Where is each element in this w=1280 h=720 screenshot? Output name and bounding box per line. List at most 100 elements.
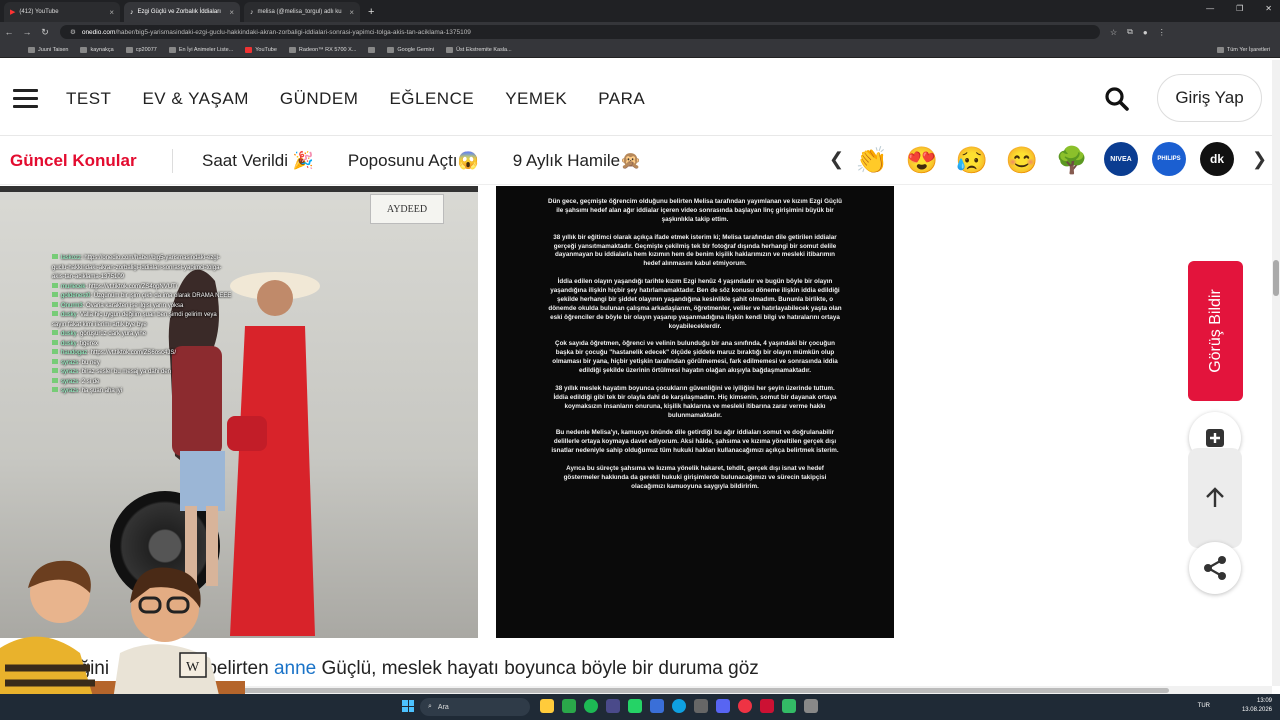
scroll-top-button[interactable]: [1188, 448, 1242, 548]
chrome-icon[interactable]: [738, 699, 752, 713]
reload-icon[interactable]: ↻: [36, 27, 54, 38]
app-icon[interactable]: [606, 699, 620, 713]
all-bookmarks[interactable]: Tüm Yer İşaretleri: [1216, 47, 1270, 53]
nav-item-eglence[interactable]: EĞLENCE: [389, 89, 474, 109]
user-badge-icon: [52, 330, 58, 335]
profile-avatar[interactable]: ●: [1143, 28, 1148, 37]
vertical-scrollbar[interactable]: [1272, 60, 1280, 686]
app-icon[interactable]: [782, 699, 796, 713]
site-info-icon[interactable]: ⚙: [70, 28, 76, 36]
close-window-icon[interactable]: ✕: [1265, 4, 1272, 13]
minimize-icon[interactable]: —: [1206, 4, 1214, 13]
youtube-icon: ▶: [10, 9, 16, 16]
nav-item-gundem[interactable]: GÜNDEM: [280, 89, 359, 109]
url-field[interactable]: ⚙ onedio.com/haber/big5-yarismasindaki-e…: [60, 25, 1100, 39]
statement-paragraph: Bu nedenle Melisa'yı, kamuoyu önünde dil…: [551, 429, 839, 455]
bookmark-item[interactable]: cp20077: [125, 46, 157, 53]
chevron-left-icon[interactable]: ❮: [829, 149, 844, 170]
stream-chat-overlay: laskozz: https://onedio.com/haber/big5-y…: [52, 254, 232, 397]
settings-icon[interactable]: [804, 699, 818, 713]
share-button[interactable]: [1189, 542, 1241, 594]
statement-image: Dün gece, geçmişte öğrencim olduğunu bel…: [496, 186, 894, 638]
bookmark-star-icon[interactable]: ☆: [1110, 28, 1117, 37]
file-explorer-icon[interactable]: [540, 699, 554, 713]
bookmark-item[interactable]: Üst Ekstremite Kasla...: [446, 46, 512, 53]
language-indicator[interactable]: TUR: [1198, 703, 1210, 709]
app-icon[interactable]: [760, 699, 774, 713]
youtube-icon: [245, 46, 253, 53]
tab-label: melisa (@melisa_torgul) adlı ku: [257, 9, 342, 15]
app-icon[interactable]: [650, 699, 664, 713]
nav-item-test[interactable]: TEST: [66, 89, 111, 109]
nav-item-para[interactable]: PARA: [598, 89, 645, 109]
forward-icon[interactable]: →: [18, 27, 36, 37]
dk-logo[interactable]: dk: [1200, 142, 1234, 176]
topic-item[interactable]: 9 Aylık Hamile🙊: [513, 151, 642, 171]
bookmark-item[interactable]: En İyi Animeler Liste...: [168, 46, 233, 53]
topics-title[interactable]: Güncel Konular: [10, 151, 137, 171]
app-icon[interactable]: [694, 699, 708, 713]
topic-item[interactable]: Poposunu Açtı😱: [348, 151, 479, 171]
whatsapp-icon[interactable]: [628, 699, 642, 713]
bookmark-item[interactable]: kaynakça: [80, 46, 114, 53]
feedback-button[interactable]: Görüş Bildir: [1188, 261, 1243, 401]
nav-item-ev-yasam[interactable]: EV & YAŞAM: [142, 89, 248, 109]
address-bar-row: ← → ↻ ⚙ onedio.com/haber/big5-yarismasin…: [0, 22, 1280, 42]
bookmark-item[interactable]: Google Gemini: [387, 46, 434, 53]
sad-emoji-icon[interactable]: 😥: [954, 142, 990, 178]
tab-label: Ezgi Güçlü ve Zorbalık İddiaları: [137, 9, 221, 15]
xbox-icon[interactable]: [562, 699, 576, 713]
new-tab-button[interactable]: +: [368, 6, 374, 18]
user-badge-icon: [52, 311, 58, 316]
nivea-logo[interactable]: NIVEA: [1104, 142, 1138, 176]
bookmark-item[interactable]: Radeon™ RX 5700 X...: [288, 46, 356, 53]
user-badge-icon: [52, 377, 58, 383]
bookmark-item[interactable]: [368, 46, 376, 53]
menu-icon[interactable]: ⋮: [1158, 28, 1166, 37]
statement-paragraph: 38 yıllık bir eğitimci olarak açıkça ifa…: [553, 233, 837, 268]
discord-icon[interactable]: [716, 699, 730, 713]
taskbar-search-placeholder: Ara: [437, 703, 449, 711]
chat-message: syrazs: biraz sesler bu mesaj ya dahi de…: [52, 368, 232, 378]
tiktok-icon: ♪: [130, 8, 134, 16]
share-icon: [1204, 556, 1226, 580]
extensions-icon[interactable]: ⧉: [1127, 27, 1133, 37]
search-icon[interactable]: [1104, 86, 1130, 112]
folder-icon: [1216, 47, 1224, 53]
taskbar-search[interactable]: ⌕ Ara: [420, 698, 530, 716]
system-clock[interactable]: 13:09 13.08.2026: [1242, 697, 1272, 715]
arrow-up-icon: [1206, 487, 1224, 507]
tree-icon[interactable]: 🌳: [1054, 142, 1090, 178]
philips-logo[interactable]: PHILIPS: [1152, 142, 1186, 176]
chat-message: laskozz: https://onedio.com/haber/big5-y…: [52, 254, 222, 280]
close-icon[interactable]: ×: [349, 8, 354, 17]
bookmark-icon: [28, 46, 35, 53]
svg-text:W: W: [186, 660, 200, 675]
vertical-scroll-thumb[interactable]: [1273, 260, 1279, 296]
login-button[interactable]: Giriş Yap: [1157, 74, 1262, 122]
nav-item-yemek[interactable]: YEMEK: [505, 89, 567, 109]
windows-start-icon[interactable]: [402, 700, 414, 712]
back-icon[interactable]: ←: [0, 27, 18, 37]
maximize-icon[interactable]: ❐: [1236, 4, 1243, 13]
close-icon[interactable]: ×: [229, 8, 234, 17]
close-icon[interactable]: ×: [109, 8, 114, 17]
chevron-right-icon[interactable]: ❯: [1252, 149, 1267, 170]
article-text-end: Güçlü, meslek hayatı boyunca böyle bir d…: [321, 658, 759, 679]
hamburger-menu-icon[interactable]: [13, 89, 38, 108]
edge-icon[interactable]: [672, 699, 686, 713]
article-link[interactable]: anne: [274, 658, 316, 679]
bookmark-item[interactable]: YouTube: [245, 46, 277, 53]
user-badge-icon: [52, 339, 58, 345]
browser-tab-onedio[interactable]: ♪ Ezgi Güçlü ve Zorbalık İddiaları ×: [124, 2, 240, 22]
clap-emoji-icon[interactable]: 👏: [854, 142, 890, 178]
heart-eyes-emoji-icon[interactable]: 😍: [904, 142, 940, 178]
photo-sign: AYDEED: [370, 194, 444, 224]
browser-tab-tiktok[interactable]: ♪ melisa (@melisa_torgul) adlı ku ×: [244, 2, 360, 22]
topic-bar: Güncel Konular Saat Verildi 🎉 Poposunu A…: [0, 137, 1272, 185]
topic-item[interactable]: Saat Verildi 🎉: [202, 151, 314, 171]
spotify-icon[interactable]: [584, 699, 598, 713]
bookmark-item[interactable]: Juuni Taisen: [28, 46, 68, 53]
smile-emoji-icon[interactable]: 😊: [1004, 142, 1040, 178]
browser-tab-youtube[interactable]: ▶ (412) YouTube ×: [4, 2, 120, 22]
